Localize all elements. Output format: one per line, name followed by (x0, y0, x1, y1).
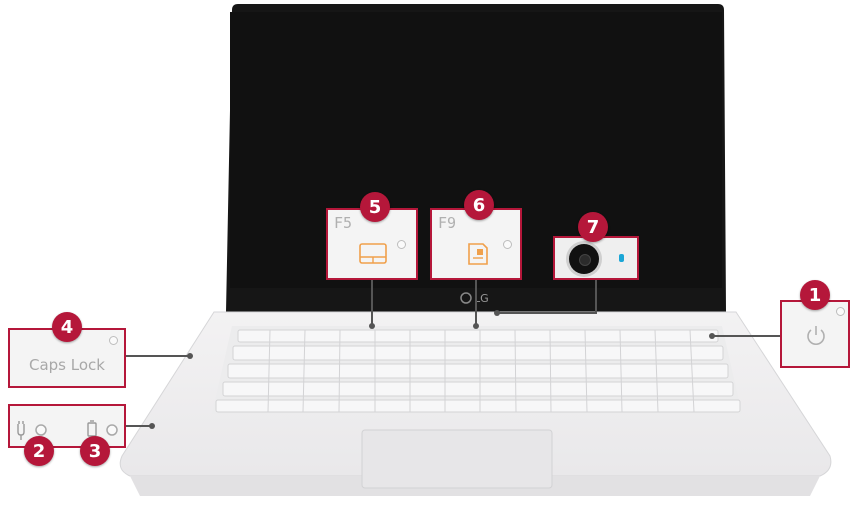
battery-icon (87, 420, 97, 437)
caps-lock-led-icon (109, 336, 118, 345)
touchpad-key-label: F5 (334, 214, 353, 232)
caps-lock-label: Caps Lock (29, 356, 105, 374)
webcam-icon (569, 244, 599, 274)
callout-badge-5: 5 (360, 192, 390, 222)
ac-led (35, 424, 47, 436)
status-leds-illustration (17, 420, 118, 440)
touchpad-led-icon (397, 240, 406, 249)
reader-mode-led-icon (503, 240, 512, 249)
reader-mode-key-label: F9 (438, 214, 457, 232)
callout-badge-2: 2 (24, 436, 54, 466)
callout-badge-1: 1 (800, 280, 830, 310)
webcam-callout (553, 236, 639, 280)
touchpad-icon (359, 243, 387, 264)
callout-badge-3: 3 (80, 436, 110, 466)
ac-adapter-icon (17, 421, 25, 440)
reader-mode-icon (468, 243, 488, 265)
callout-badge-4: 4 (52, 312, 82, 342)
power-button-callout (780, 300, 850, 368)
power-icon (807, 326, 825, 345)
status-leds-callout (8, 404, 126, 448)
laptop-diagram: LG Caps Lock 4 2 3 F5 5 F9 6 7 1 (0, 0, 852, 513)
webcam-indicator-led (619, 254, 624, 262)
battery-led (106, 424, 118, 436)
callout-badge-6: 6 (464, 190, 494, 220)
power-led-icon (836, 307, 845, 316)
keyboard-keys (215, 329, 741, 413)
laptop-illustration: LG (119, 4, 832, 496)
callout-badge-7: 7 (578, 212, 608, 242)
touchpad (361, 429, 553, 489)
